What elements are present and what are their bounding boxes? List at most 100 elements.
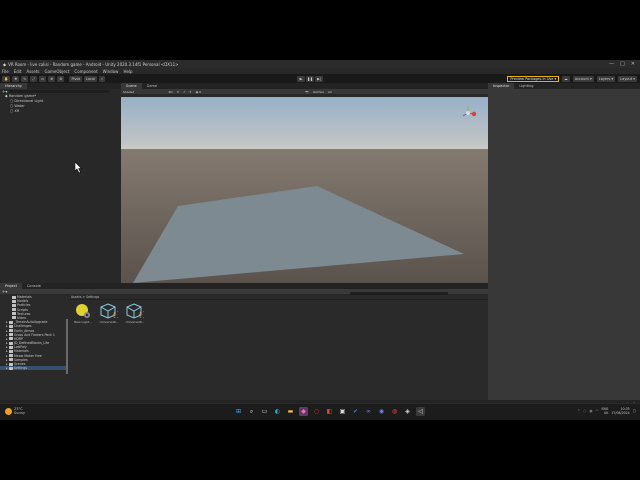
scene-viewport[interactable] [121, 97, 488, 283]
create-asset-icon[interactable]: +▾ [2, 289, 7, 294]
pivot-label: Pivot [71, 76, 81, 81]
collab-icon[interactable]: ☁ [562, 75, 570, 82]
pause-button[interactable]: ❚❚ [306, 75, 314, 82]
hierarchy-item-label: Random game* [8, 94, 37, 98]
layers-dropdown[interactable]: Layers ▾ [596, 75, 616, 82]
scene-search-label[interactable]: All [328, 90, 332, 94]
project-folder-tree: Materials Models Particles Scripts Textures V… [0, 295, 68, 400]
hand-tool-button[interactable]: ✋ [2, 75, 11, 82]
move-tool-button[interactable]: ✥ [12, 75, 20, 82]
effects-toggle-icon[interactable]: ✦ [189, 90, 192, 94]
minimize-button[interactable]: — [609, 61, 614, 67]
menu-file[interactable]: File [2, 69, 9, 74]
asset-item[interactable]: {} UniversalR... [123, 303, 147, 324]
scale-tool-button[interactable]: ⤢ [30, 75, 38, 82]
language-indicator[interactable]: ENG UK [601, 407, 608, 415]
unity-editor-icon[interactable]: ◁ [416, 407, 425, 416]
folder-label: Settings [14, 366, 28, 371]
network-icon[interactable]: ◌ [583, 409, 586, 413]
search-icon[interactable]: ⌕ [247, 407, 256, 416]
todo-icon[interactable]: ✔ [351, 407, 360, 416]
game-icon[interactable]: ◍ [390, 407, 399, 416]
play-button[interactable]: ▶ [297, 75, 305, 82]
folder-icon [9, 345, 13, 349]
rect-tool-button[interactable]: ▭ [39, 75, 47, 82]
gizmos-dropdown[interactable]: Gizmos [313, 90, 324, 94]
folder-item[interactable]: ▸ Settings [0, 366, 68, 371]
volume-icon[interactable]: ◍ [589, 409, 592, 413]
hidden-objects-icon[interactable]: ◉ 0 [196, 90, 201, 94]
menu-gameobject[interactable]: GameObject [44, 69, 69, 74]
office-icon[interactable]: ◧ [325, 407, 334, 416]
folder-icon [12, 308, 16, 312]
maximize-button[interactable]: □ [620, 61, 625, 67]
hierarchy-item-label: Water [14, 104, 25, 108]
asset-item[interactable]: New Light... [71, 303, 95, 324]
asset-item[interactable]: {} UniversalR... [97, 303, 121, 324]
menu-help[interactable]: Help [123, 69, 132, 74]
tab-lighting[interactable]: Lighting [514, 83, 538, 89]
scene-toolbar: Shaded 2D ☀ ♪ ✦ ◉ 0 📷 Gizmos All [121, 89, 488, 94]
transform-tool-button[interactable]: ⊕ [48, 75, 56, 82]
svg-text:{}: {} [138, 311, 144, 319]
local-label: Local [86, 76, 96, 81]
hierarchy-item-label: XR [14, 109, 20, 113]
hierarchy-search-input[interactable] [9, 89, 110, 94]
layout-dropdown[interactable]: Layout ▾ [618, 75, 637, 82]
visual-studio-icon[interactable]: ∞ [364, 407, 373, 416]
tab-game[interactable]: Game [142, 83, 162, 89]
unity-logo-icon: ◆ [3, 61, 7, 67]
chevron-up-icon[interactable]: ⌃ [577, 409, 580, 413]
scene-camera-icon[interactable]: 📷 [305, 90, 309, 94]
asset-grid: Assets > Settings New Light... {} Univer… [68, 295, 488, 400]
clock[interactable]: 10:35 17/08/2024 [611, 407, 629, 415]
unity-hub-icon[interactable]: ◈ [403, 407, 412, 416]
file-explorer-icon[interactable]: ▬ [286, 407, 295, 416]
menu-assets[interactable]: Assets [26, 69, 39, 74]
weather-widget[interactable]: 23°C Sunny [5, 407, 25, 415]
start-icon[interactable]: ⊞ [234, 407, 243, 416]
menu-component[interactable]: Component [74, 69, 97, 74]
scene-viewport-render [121, 97, 488, 283]
snap-button[interactable]: ⌗ [99, 75, 106, 82]
edge-icon[interactable]: ◐ [273, 407, 282, 416]
lighting-toggle-icon[interactable]: ☀ [177, 90, 180, 94]
local-toggle[interactable]: Local [84, 75, 98, 82]
pivot-toggle[interactable]: Pivot [69, 75, 83, 82]
wifi-icon[interactable]: ◠ [595, 409, 598, 413]
tab-scene[interactable]: Scene [121, 83, 142, 89]
tab-console[interactable]: Console [22, 283, 46, 289]
taskbar-apps: ⊞ ⌕ ▭ ◐ ▬ ◆ ○ ◧ ▣ ✔ ∞ ◉ ◍ ◈ ◁ [234, 407, 425, 416]
inspector-panel: Inspector Lighting [488, 83, 640, 420]
menu-window[interactable]: Window [103, 69, 119, 74]
task-view-icon[interactable]: ▭ [260, 407, 269, 416]
folder-icon [12, 295, 16, 299]
opera-icon[interactable]: ○ [312, 407, 321, 416]
folder-icon [9, 354, 13, 358]
preview-packages-dropdown[interactable]: Preview Packages in Use ▾ [507, 75, 560, 82]
close-button[interactable]: ✕ [631, 61, 635, 67]
folder-icon [9, 362, 13, 366]
tab-inspector[interactable]: Inspector [488, 83, 515, 89]
folder-icon [9, 349, 13, 353]
notification-icon[interactable]: ▢ [633, 409, 636, 413]
discord-icon[interactable]: ◉ [377, 407, 386, 416]
toggle-2d-button[interactable]: 2D [168, 90, 172, 94]
account-dropdown[interactable]: Account ▾ [572, 75, 594, 82]
lang-sub-label: UK [603, 411, 609, 415]
folder-icon [9, 358, 13, 362]
custom-tool-button[interactable]: ⚙ [57, 75, 65, 82]
system-tray: ⌃ ◌ ◍ ◠ ENG UK 10:35 17/08/2024 ▢ [577, 407, 636, 415]
folder-icon [9, 320, 13, 324]
audio-toggle-icon[interactable]: ♪ [183, 90, 185, 94]
rotate-tool-button[interactable]: ↻ [21, 75, 29, 82]
step-button[interactable]: ▶| [315, 75, 323, 82]
app-icon[interactable]: ◆ [299, 407, 308, 416]
menu-edit[interactable]: Edit [14, 69, 22, 74]
hierarchy-item[interactable]: ▢ XR [0, 109, 121, 114]
sun-icon [5, 407, 12, 415]
store-icon[interactable]: ▣ [338, 407, 347, 416]
svg-text:{}: {} [112, 311, 118, 319]
shading-mode-dropdown[interactable]: Shaded [123, 90, 134, 94]
hierarchy-item-label: Directional Light [14, 99, 44, 103]
